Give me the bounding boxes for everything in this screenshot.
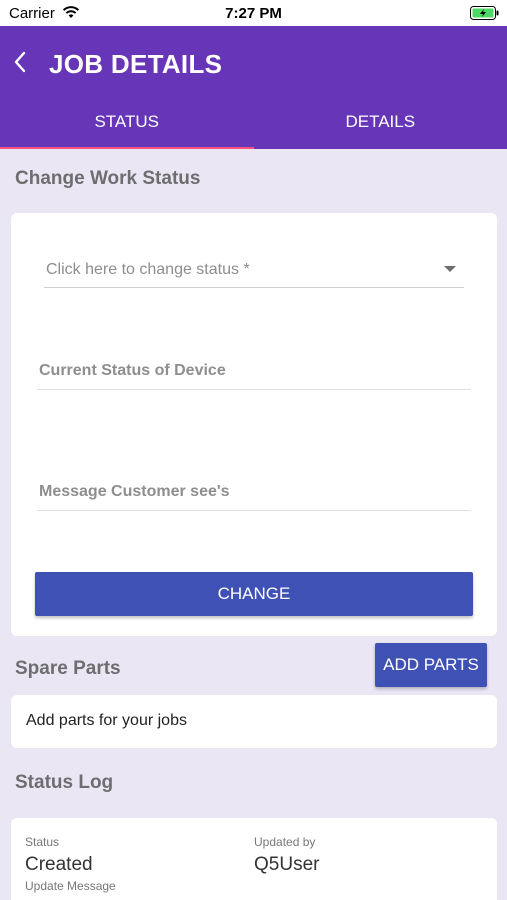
change-button[interactable]: CHANGE: [35, 572, 473, 616]
current-status-field[interactable]: Current Status of Device: [37, 350, 471, 390]
log-updated-by-label: Updated by: [254, 835, 316, 849]
add-parts-button[interactable]: ADD PARTS: [375, 643, 487, 687]
customer-message-placeholder: Message Customer see's: [39, 483, 230, 500]
clock: 7:27 PM: [225, 5, 282, 22]
tab-details-label: DETAILS: [345, 112, 416, 131]
status-select[interactable]: Click here to change status *: [44, 246, 464, 288]
active-tab-indicator: [0, 147, 254, 149]
tab-status-label: STATUS: [94, 112, 160, 131]
current-status-placeholder: Current Status of Device: [39, 362, 226, 379]
caret-down-icon: [444, 266, 456, 272]
tab-status[interactable]: STATUS: [0, 102, 254, 149]
status-log-heading: Status Log: [15, 772, 114, 793]
status-log-card: Status Created Update Message Updated by…: [11, 818, 497, 900]
spare-parts-card: Add parts for your jobs: [11, 695, 497, 748]
status-bar: Carrier 7:27 PM: [0, 0, 507, 26]
customer-message-field[interactable]: Message Customer see's: [37, 471, 471, 511]
log-updated-by-value: Q5User: [254, 854, 320, 875]
spare-parts-empty-text: Add parts for your jobs: [26, 712, 187, 729]
change-work-status-heading: Change Work Status: [15, 168, 201, 189]
tab-bar: STATUS DETAILS: [0, 102, 507, 149]
status-select-placeholder: Click here to change status *: [46, 261, 250, 278]
tab-details[interactable]: DETAILS: [254, 102, 507, 149]
log-update-message-label: Update Message: [25, 879, 116, 893]
battery-charging-icon: [470, 6, 499, 20]
app-bar: JOB DETAILS STATUS DETAILS: [0, 26, 507, 149]
log-status-value: Created: [25, 854, 93, 875]
chevron-left-icon: [14, 51, 26, 73]
page-title: JOB DETAILS: [49, 49, 223, 79]
log-status-label: Status: [25, 835, 60, 849]
back-button[interactable]: [8, 46, 32, 78]
spare-parts-heading: Spare Parts: [15, 658, 121, 679]
